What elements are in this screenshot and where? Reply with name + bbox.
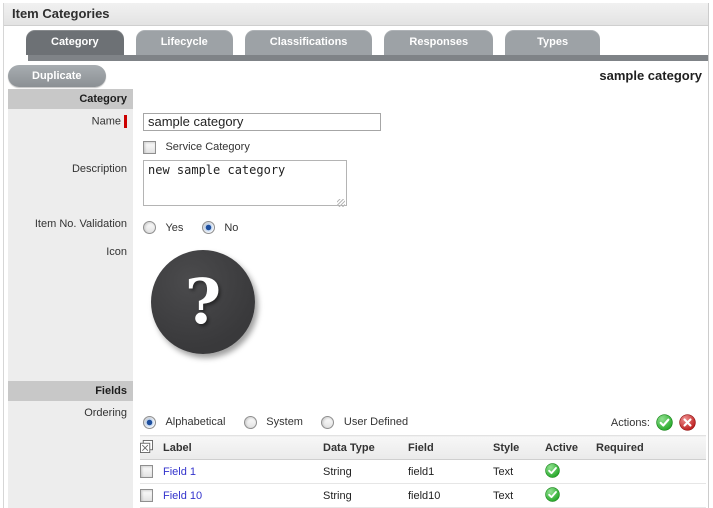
tab-classifications[interactable]: Classifications	[244, 29, 373, 55]
category-question-mark-icon: ?	[151, 249, 255, 354]
fields-section-label: Fields	[8, 381, 133, 402]
description-row: Description new sample category	[4, 157, 708, 213]
service-category-checkbox[interactable]	[143, 140, 156, 154]
fields-table-header: Label Data Type Field Style Active Requi…	[140, 435, 706, 461]
service-category-row: Service Category	[4, 136, 708, 158]
tab-types[interactable]: Types	[505, 29, 601, 55]
fields-table-row: Label Data Type Field Style Active Requi…	[4, 435, 708, 508]
ordering-alphabetical-label: Alphabetical	[165, 416, 226, 429]
fields-section-header: Fields	[4, 381, 708, 402]
confirm-icon[interactable]	[656, 414, 673, 431]
toolbar: Duplicate sample category	[4, 61, 708, 89]
table-row: Field 1 String field1 Text	[140, 459, 706, 485]
name-label: Name	[91, 114, 121, 127]
item-no-validation-row: Item No. Validation Yes No	[4, 212, 708, 240]
ordering-row: Ordering Alphabetical System User Define…	[4, 401, 708, 436]
active-check-icon	[545, 462, 560, 481]
tab-bar: Category Lifecycle Classifications Respo…	[26, 29, 708, 55]
page-title: Item Categories	[12, 6, 110, 22]
col-header-active: Active	[545, 435, 596, 461]
col-header-label: Label	[163, 435, 323, 461]
name-row: Name	[4, 108, 708, 137]
tab-lifecycle[interactable]: Lifecycle	[135, 29, 233, 55]
duplicate-button[interactable]: Duplicate	[8, 64, 106, 87]
actions-label: Actions:	[610, 416, 650, 429]
item-no-no-radio[interactable]	[201, 221, 215, 235]
item-no-yes-radio[interactable]	[143, 221, 156, 235]
ordering-label: Ordering	[8, 401, 133, 436]
item-categories-page: Item Categories Category Lifecycle Class…	[3, 3, 709, 508]
ordering-system-radio[interactable]	[243, 415, 257, 429]
col-header-data-type: Data Type	[323, 435, 408, 461]
col-header-style: Style	[493, 435, 545, 461]
row-checkbox[interactable]	[140, 489, 153, 503]
col-header-required: Required	[596, 435, 706, 461]
description-label: Description	[8, 157, 133, 213]
category-section-header: Category	[4, 88, 708, 109]
required-marker	[124, 114, 127, 128]
service-category-label: Service Category	[165, 141, 250, 154]
item-no-validation-label: Item No. Validation	[8, 212, 133, 240]
icon-row: Icon ?	[4, 239, 708, 382]
category-section-label: Category	[8, 88, 133, 109]
field-link[interactable]: Field 10	[163, 490, 202, 502]
select-all-icon[interactable]	[140, 440, 153, 454]
tab-responses[interactable]: Responses	[384, 29, 494, 55]
field-link[interactable]: Field 1	[163, 466, 196, 478]
fields-table: Label Data Type Field Style Active Requi…	[140, 435, 706, 508]
active-check-icon	[545, 486, 560, 505]
name-input[interactable]	[143, 112, 381, 131]
table-row: Field 10 String field10 Text	[140, 483, 706, 508]
context-title: sample category	[599, 68, 702, 84]
icon-label: Icon	[8, 239, 133, 382]
ordering-alphabetical-radio[interactable]	[143, 415, 156, 429]
item-no-no-label: No	[224, 221, 239, 234]
textarea-resize-handle[interactable]	[337, 199, 345, 208]
col-header-field: Field	[408, 435, 493, 461]
item-no-yes-label: Yes	[165, 221, 184, 234]
description-textarea[interactable]: new sample category	[143, 160, 347, 207]
ordering-user-defined-radio[interactable]	[321, 415, 335, 429]
row-checkbox[interactable]	[140, 465, 153, 479]
tab-category[interactable]: Category	[26, 29, 124, 55]
cancel-icon[interactable]	[679, 414, 696, 431]
title-bar: Item Categories	[4, 3, 708, 26]
ordering-user-defined-label: User Defined	[343, 416, 409, 429]
ordering-system-label: System	[266, 416, 303, 429]
